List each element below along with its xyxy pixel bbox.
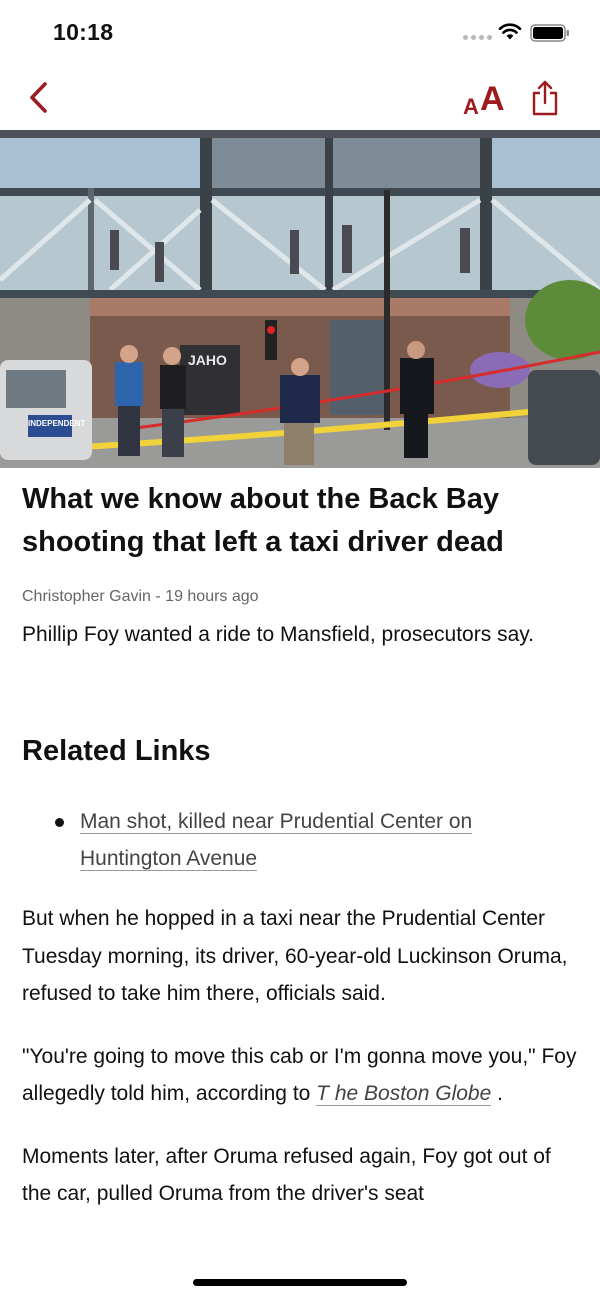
status-bar: 10:18 — [0, 0, 600, 66]
signal-strength-icon — [463, 35, 492, 40]
crime-scene-photo: JAHO INDEPENDENT — [0, 130, 600, 468]
article-paragraph-quote: "You're going to move this cab or I'm go… — [22, 1038, 578, 1113]
related-links-heading: Related Links — [22, 735, 211, 767]
home-indicator[interactable] — [193, 1279, 407, 1286]
status-time: 10:18 — [53, 19, 114, 45]
share-button[interactable] — [528, 78, 562, 118]
article-dek: Phillip Foy wanted a ride to Mansfield, … — [22, 623, 535, 646]
text-size-large-glyph: A — [480, 80, 505, 118]
related-links-list: Man shot, killed near Prudential Center … — [22, 803, 578, 877]
article-paragraph: But when he hopped in a taxi near the Pr… — [22, 907, 568, 1005]
bullet-icon — [55, 818, 64, 827]
paragraph-text-end: . — [491, 1082, 503, 1105]
text-size-button[interactable]: A A — [460, 78, 510, 119]
chevron-left-icon — [30, 82, 47, 113]
related-link-item: Man shot, killed near Prudential Center … — [22, 803, 578, 877]
article-toolbar: A A — [0, 66, 600, 130]
related-link[interactable]: Man shot, killed near Prudential Center … — [80, 810, 473, 871]
wifi-icon — [498, 23, 522, 40]
text-size-small-glyph: A — [463, 94, 479, 119]
battery-icon — [530, 24, 569, 42]
cab-sign: INDEPENDENT — [28, 419, 85, 428]
article-paragraph: Moments later, after Oruma refused again… — [22, 1144, 551, 1206]
article-body: What we know about the Back Bay shooting… — [22, 478, 578, 1213]
article-headline: What we know about the Back Bay shooting… — [22, 483, 504, 558]
boston-globe-link[interactable]: T he Boston Globe — [316, 1082, 492, 1106]
article-byline: Christopher Gavin - 19 hours ago — [22, 588, 259, 605]
back-button[interactable] — [20, 78, 60, 118]
article-hero-image[interactable]: JAHO INDEPENDENT — [0, 130, 600, 468]
share-icon — [532, 80, 558, 116]
storefront-sign: JAHO — [188, 352, 227, 368]
